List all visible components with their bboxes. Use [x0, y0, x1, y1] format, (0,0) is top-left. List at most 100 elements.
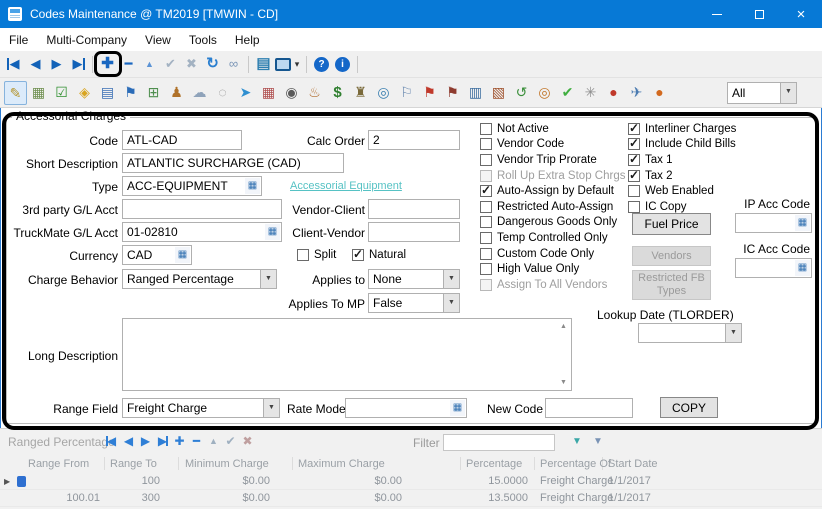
column-header[interactable]: Maximum Charge: [298, 456, 385, 472]
menu-item-tools[interactable]: Tools: [180, 33, 226, 47]
money-icon[interactable]: $: [326, 81, 349, 105]
long-description-field[interactable]: [122, 318, 572, 391]
camera-icon[interactable]: ◉: [280, 81, 303, 105]
doc-icon[interactable]: ▥: [464, 81, 487, 105]
refresh-icon[interactable]: ↻: [202, 54, 223, 74]
hot-icon[interactable]: ♨: [303, 81, 326, 105]
grid-next-icon[interactable]: ▶: [137, 432, 154, 450]
applies-to-mp-dropdown[interactable]: False: [368, 293, 460, 313]
flag-maroon-icon[interactable]: ⚑: [441, 81, 464, 105]
flag-blue-icon[interactable]: ⚑: [119, 81, 142, 105]
flag-white-icon[interactable]: ⚐: [395, 81, 418, 105]
checkbox-auto-assign-by-default[interactable]: Auto-Assign by Default: [480, 183, 625, 199]
lookup-icon[interactable]: [175, 247, 190, 263]
grid-last-icon[interactable]: ▶: [154, 432, 171, 450]
column-header[interactable]: Minimum Charge: [185, 456, 269, 472]
delete-record-icon[interactable]: ━: [118, 54, 139, 74]
grid-cancel-icon[interactable]: ✖: [239, 432, 256, 450]
alert-icon[interactable]: ●: [602, 81, 625, 105]
last-record-icon[interactable]: ▶: [67, 54, 88, 74]
bank-icon[interactable]: ♜: [349, 81, 372, 105]
menu-item-help[interactable]: Help: [226, 33, 269, 47]
grid-first-icon[interactable]: ◀: [103, 432, 120, 450]
checkbox-high-value-only[interactable]: High Value Only: [480, 261, 625, 277]
maximize-button[interactable]: [738, 0, 780, 28]
globe-icon[interactable]: ◎: [372, 81, 395, 105]
fuel-price-button[interactable]: Fuel Price: [632, 213, 711, 235]
add-code-icon[interactable]: ⊞: [142, 81, 165, 105]
prior-record-icon[interactable]: ◀: [25, 54, 46, 74]
checkbox-include-child-bills[interactable]: Include Child Bills: [628, 137, 736, 153]
monitor-icon[interactable]: [275, 58, 291, 71]
copy-docs-icon[interactable]: ▤: [96, 81, 119, 105]
target-icon[interactable]: ◎: [533, 81, 556, 105]
ip-acc-code-field[interactable]: [735, 213, 812, 233]
rate-mode-field[interactable]: [345, 398, 467, 418]
column-header[interactable]: Percentage Of: [540, 456, 611, 472]
ball-icon[interactable]: ●: [648, 81, 671, 105]
filter-apply-icon[interactable]: ▼: [570, 433, 584, 451]
cloud-icon[interactable]: ☁: [188, 81, 211, 105]
lookup-icon[interactable]: [795, 260, 810, 276]
column-header[interactable]: Start Date: [608, 456, 658, 472]
checkbox-temp-controlled-only[interactable]: Temp Controlled Only: [480, 230, 625, 246]
checkbox-web-enabled[interactable]: Web Enabled: [628, 183, 736, 199]
minimize-button[interactable]: [696, 0, 738, 28]
approve-icon[interactable]: ✔: [556, 81, 579, 105]
module-filter-dropdown[interactable]: All: [727, 82, 797, 104]
charge-behavior-dropdown[interactable]: Ranged Percentage: [122, 269, 277, 289]
next-record-icon[interactable]: ▶: [46, 54, 67, 74]
checkbox-interliner-charges[interactable]: Interliner Charges: [628, 121, 736, 137]
link-records-icon[interactable]: ∞: [223, 54, 244, 74]
short-description-field[interactable]: ATLANTIC SURCHARGE (CAD): [122, 153, 344, 173]
checkbox-restricted-auto-assign[interactable]: Restricted Auto-Assign: [480, 199, 625, 215]
grid-edit-icon[interactable]: ▲: [205, 432, 222, 450]
third-party-gl-field[interactable]: [122, 199, 282, 219]
ledger-icon[interactable]: ▧: [487, 81, 510, 105]
checkbox-custom-code-only[interactable]: Custom Code Only: [480, 246, 625, 262]
route-icon[interactable]: ➤: [234, 81, 257, 105]
checkbox-vendor-code[interactable]: Vendor Code: [480, 137, 625, 153]
copy-button[interactable]: COPY: [660, 397, 718, 418]
grid-post-icon[interactable]: ✔: [222, 432, 239, 450]
post-changes-icon[interactable]: ✔: [160, 54, 181, 74]
table-row[interactable]: 100.01300$0.00$0.0013.5000Freight Charge…: [0, 490, 822, 507]
grid-delete-icon[interactable]: ━: [188, 432, 205, 450]
type-field[interactable]: ACC-EQUIPMENT: [122, 176, 262, 196]
scroll-down-icon[interactable]: [558, 377, 569, 388]
checkbox-tax-2[interactable]: Tax 2: [628, 168, 736, 184]
calendar-icon[interactable]: ▦: [257, 81, 280, 105]
lookup-date-dropdown[interactable]: [638, 323, 742, 343]
lasso-icon[interactable]: ◌: [211, 81, 234, 105]
filter-options-icon[interactable]: ▼: [591, 433, 605, 451]
checkbox-vendor-trip-prorate[interactable]: Vendor Trip Prorate: [480, 152, 625, 168]
code-field[interactable]: ATL-CAD: [122, 130, 242, 150]
column-header[interactable]: Percentage: [466, 456, 522, 472]
grid-view-icon[interactable]: ▦: [27, 81, 50, 105]
accessorial-equipment-link[interactable]: Accessorial Equipment: [290, 180, 402, 192]
checklist-icon[interactable]: ☑: [50, 81, 73, 105]
grid-insert-icon[interactable]: ✚: [171, 432, 188, 450]
filter-input[interactable]: [443, 434, 555, 451]
grid-prior-icon[interactable]: ◀: [120, 432, 137, 450]
codes-edit-icon[interactable]: ✎: [4, 81, 27, 105]
column-header[interactable]: Range From: [28, 456, 89, 472]
ic-acc-code-field[interactable]: [735, 258, 812, 278]
insert-record-icon[interactable]: ✚: [97, 54, 118, 74]
close-button[interactable]: ×: [780, 0, 822, 28]
flag-red-icon[interactable]: ⚑: [418, 81, 441, 105]
checkbox-natural[interactable]: Natural: [352, 247, 406, 263]
about-icon[interactable]: i: [335, 57, 350, 72]
column-header[interactable]: Range To: [110, 456, 157, 472]
checkbox-split[interactable]: Split: [297, 247, 336, 263]
edit-record-icon[interactable]: ▲: [139, 54, 160, 74]
vendor-client-field[interactable]: [368, 199, 460, 219]
range-field-dropdown[interactable]: Freight Charge: [122, 398, 280, 418]
gear-icon[interactable]: ✳: [579, 81, 602, 105]
currency-field[interactable]: CAD: [122, 245, 192, 265]
menu-item-file[interactable]: File: [0, 33, 37, 47]
truckmate-gl-field[interactable]: 01-02810: [122, 222, 282, 242]
client-vendor-field[interactable]: [368, 222, 460, 242]
monitor-dropdown-icon[interactable]: ▾: [292, 54, 302, 74]
undo-icon[interactable]: ↺: [510, 81, 533, 105]
